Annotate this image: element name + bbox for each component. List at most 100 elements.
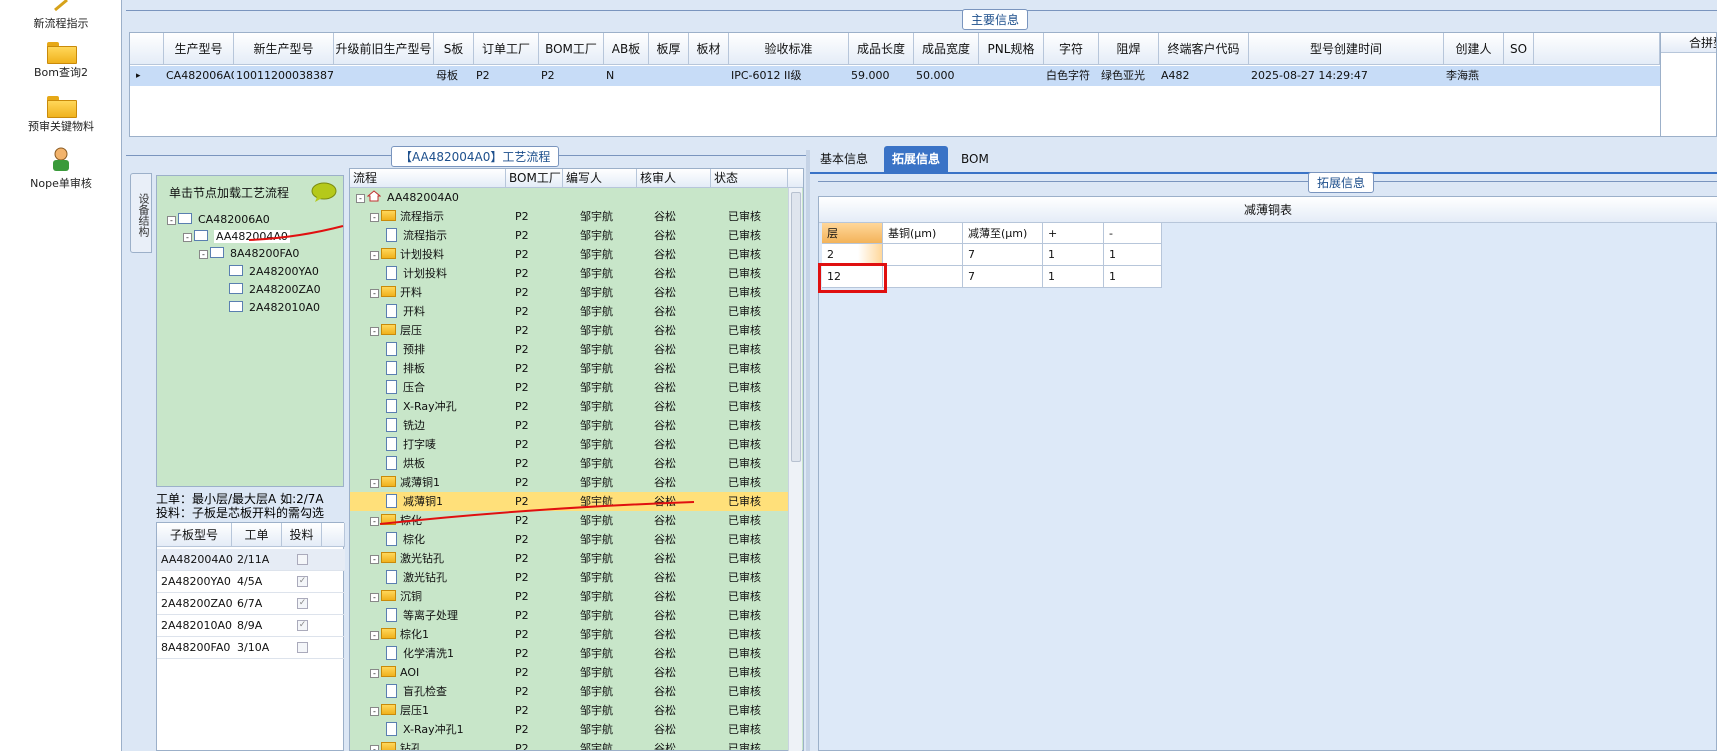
column-header[interactable]: BOM工厂 bbox=[539, 33, 604, 65]
feed-checkbox[interactable]: ✓ bbox=[297, 620, 308, 631]
column-header[interactable]: 减薄至(μm) bbox=[963, 223, 1043, 244]
table-cell[interactable] bbox=[883, 244, 963, 266]
table-cell[interactable]: 1 bbox=[1104, 244, 1162, 266]
column-header[interactable]: 工单 bbox=[232, 523, 282, 547]
flow-row[interactable]: 激光钻孔 P2 邹宇航 谷松 已审核 bbox=[350, 568, 788, 587]
column-header[interactable]: 流程 bbox=[350, 169, 506, 188]
flow-row[interactable]: 铣边 P2 邹宇航 谷松 已审核 bbox=[350, 416, 788, 435]
column-header[interactable]: 板材 bbox=[689, 33, 729, 65]
column-header[interactable]: 编写人 bbox=[563, 169, 637, 188]
collapse-icon[interactable]: - bbox=[370, 213, 379, 222]
table-row[interactable]: 2A482010A0 8/9A ✓ bbox=[157, 615, 345, 637]
flow-row[interactable]: 开料 P2 邹宇航 谷松 已审核 bbox=[350, 302, 788, 321]
column-header[interactable]: 终端客户代码 bbox=[1159, 33, 1249, 65]
column-header[interactable]: 子板型号 bbox=[157, 523, 232, 547]
flow-row[interactable]: 棕化 P2 邹宇航 谷松 已审核 bbox=[350, 530, 788, 549]
column-header-layer[interactable]: 层 bbox=[822, 223, 883, 244]
collapse-icon[interactable]: - bbox=[370, 327, 379, 336]
table-cell[interactable]: 7 bbox=[963, 244, 1043, 266]
flow-row[interactable]: X-Ray冲孔 P2 邹宇航 谷松 已审核 bbox=[350, 397, 788, 416]
flow-row[interactable]: 流程指示 P2 邹宇航 谷松 已审核 bbox=[350, 226, 788, 245]
flow-row[interactable]: 排板 P2 邹宇航 谷松 已审核 bbox=[350, 359, 788, 378]
feed-checkbox[interactable] bbox=[297, 554, 308, 565]
column-header[interactable]: 验收标准 bbox=[729, 33, 849, 65]
flow-row[interactable]: 等离子处理 P2 邹宇航 谷松 已审核 bbox=[350, 606, 788, 625]
column-header[interactable]: BOM工厂 bbox=[506, 169, 563, 188]
table-cell[interactable]: 1 bbox=[1043, 244, 1104, 266]
vertical-scrollbar[interactable] bbox=[788, 188, 802, 751]
table-row[interactable]: 2A48200YA0 4/5A ✓ bbox=[157, 571, 345, 593]
column-header[interactable]: 创建人 bbox=[1444, 33, 1504, 65]
sidebar-item-bom-query[interactable]: Bom查询2 bbox=[0, 40, 122, 80]
tree-node[interactable]: 2A48200YA0 bbox=[229, 264, 319, 280]
scrollbar-thumb[interactable] bbox=[791, 192, 801, 462]
table-cell[interactable]: 7 bbox=[963, 266, 1043, 288]
collapse-icon[interactable]: - bbox=[370, 745, 379, 750]
table-cell[interactable] bbox=[883, 266, 963, 288]
collapse-icon[interactable]: - bbox=[370, 707, 379, 716]
column-header[interactable]: 字符 bbox=[1044, 33, 1099, 65]
feed-checkbox[interactable]: ✓ bbox=[297, 576, 308, 587]
column-header[interactable]: SO bbox=[1504, 33, 1534, 65]
feed-checkbox[interactable]: ✓ bbox=[297, 598, 308, 609]
collapse-icon[interactable]: - bbox=[370, 479, 379, 488]
flow-row[interactable]: 打字唛 P2 邹宇航 谷松 已审核 bbox=[350, 435, 788, 454]
column-header[interactable]: 合拼型 bbox=[1661, 33, 1716, 53]
flow-row[interactable]: - AA482004A0 bbox=[350, 188, 788, 207]
flow-row[interactable]: 烘板 P2 邹宇航 谷松 已审核 bbox=[350, 454, 788, 473]
sidebar-item-preaudit[interactable]: 预审关键物料 bbox=[0, 94, 122, 134]
collapse-icon[interactable]: - bbox=[356, 194, 365, 203]
flow-row[interactable]: - 层压 P2 邹宇航 谷松 已审核 bbox=[350, 321, 788, 340]
collapse-icon[interactable]: - bbox=[370, 251, 379, 260]
column-header[interactable]: 新生产型号 bbox=[234, 33, 334, 65]
tab-bom[interactable]: BOM bbox=[953, 146, 997, 172]
collapse-icon[interactable]: - bbox=[370, 631, 379, 640]
sidebar-item-new-flow[interactable]: 新流程指示 bbox=[0, 0, 122, 31]
flow-row[interactable]: 化学清洗1 P2 邹宇航 谷松 已审核 bbox=[350, 644, 788, 663]
flow-row[interactable]: - 层压1 P2 邹宇航 谷松 已审核 bbox=[350, 701, 788, 720]
table-row[interactable]: 2A48200ZA0 6/7A ✓ bbox=[157, 593, 345, 615]
column-header[interactable]: 阻焊 bbox=[1099, 33, 1159, 65]
column-header[interactable]: - bbox=[1104, 223, 1162, 244]
column-header[interactable]: AB板 bbox=[604, 33, 649, 65]
column-header[interactable]: PNL规格 bbox=[979, 33, 1044, 65]
tree-node[interactable]: - 8A48200FA0 bbox=[199, 246, 299, 262]
column-header[interactable]: S板 bbox=[434, 33, 474, 65]
column-header[interactable]: 生产型号 bbox=[164, 33, 234, 65]
tab-basic-info[interactable]: 基本信息 bbox=[812, 146, 876, 172]
feed-checkbox[interactable] bbox=[297, 642, 308, 653]
collapse-icon[interactable]: - bbox=[370, 555, 379, 564]
collapse-icon[interactable]: - bbox=[370, 289, 379, 298]
flow-row[interactable]: - 沉铜 P2 邹宇航 谷松 已审核 bbox=[350, 587, 788, 606]
flow-row[interactable]: - 减薄铜1 P2 邹宇航 谷松 已审核 bbox=[350, 473, 788, 492]
tree-node[interactable]: 2A48200ZA0 bbox=[229, 282, 321, 298]
column-header[interactable]: 成品宽度 bbox=[914, 33, 979, 65]
table-cell[interactable]: 1 bbox=[1043, 266, 1104, 288]
column-header[interactable]: 基铜(μm) bbox=[883, 223, 963, 244]
flow-row[interactable]: X-Ray冲孔1 P2 邹宇航 谷松 已审核 bbox=[350, 720, 788, 739]
flow-row[interactable]: - 棕化1 P2 邹宇航 谷松 已审核 bbox=[350, 625, 788, 644]
table-row[interactable]: AA482004A0 2/11A bbox=[157, 549, 345, 571]
flow-row[interactable]: 盲孔检查 P2 邹宇航 谷松 已审核 bbox=[350, 682, 788, 701]
collapse-icon[interactable]: - bbox=[370, 593, 379, 602]
column-header[interactable]: 升级前旧生产型号 bbox=[334, 33, 434, 65]
column-header[interactable]: 状态 bbox=[711, 169, 788, 188]
flow-row[interactable]: - AOI P2 邹宇航 谷松 已审核 bbox=[350, 663, 788, 682]
tab-structure[interactable]: 设备结构 bbox=[130, 173, 152, 253]
column-header[interactable]: 订单工厂 bbox=[474, 33, 539, 65]
collapse-icon[interactable]: - bbox=[370, 669, 379, 678]
column-header[interactable]: 型号创建时间 bbox=[1249, 33, 1444, 65]
table-row[interactable]: 8A48200FA0 3/10A bbox=[157, 637, 345, 659]
sidebar-item-nope-review[interactable]: Nope单审核 bbox=[0, 146, 122, 191]
splitter[interactable] bbox=[806, 150, 810, 751]
flow-row[interactable]: 压合 P2 邹宇航 谷松 已审核 bbox=[350, 378, 788, 397]
table-cell[interactable]: 1 bbox=[1104, 266, 1162, 288]
column-header[interactable]: 成品长度 bbox=[849, 33, 914, 65]
tree-node[interactable]: 2A482010A0 bbox=[229, 300, 320, 316]
flow-row[interactable]: - 钻孔 P2 邹宇航 谷松 已审核 bbox=[350, 739, 788, 750]
flow-row[interactable]: - 流程指示 P2 邹宇航 谷松 已审核 bbox=[350, 207, 788, 226]
column-header[interactable]: 投料 bbox=[282, 523, 322, 547]
column-header[interactable]: 核审人 bbox=[637, 169, 711, 188]
tab-extended-info[interactable]: 拓展信息 bbox=[884, 146, 949, 172]
flow-row[interactable]: 预排 P2 邹宇航 谷松 已审核 bbox=[350, 340, 788, 359]
